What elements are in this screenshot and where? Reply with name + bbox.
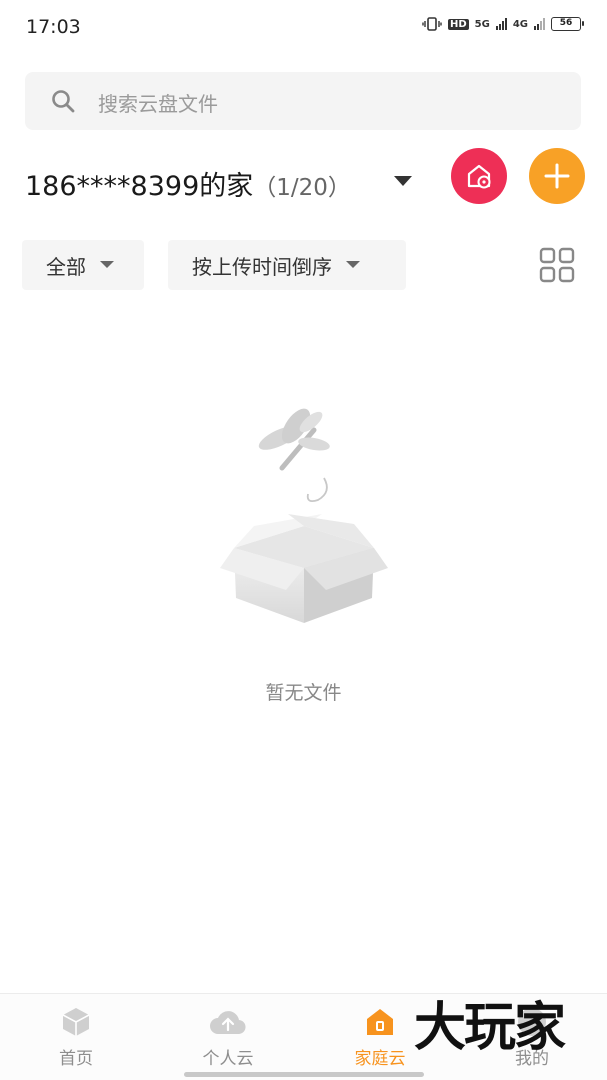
nav-item-home[interactable]: 首页 [26, 1006, 126, 1069]
cube-icon [62, 1008, 90, 1036]
chevron-down-icon [346, 261, 360, 268]
sort-filter-label: 按上传时间倒序 [192, 254, 332, 279]
chevron-down-icon [100, 261, 114, 268]
status-time: 17:03 [26, 16, 81, 38]
status-bar: 17:03 HD 5G 4G 56 [0, 0, 607, 56]
family-home-icon [367, 1009, 393, 1035]
family-selector[interactable]: 186****8399的家（1/20） [25, 164, 351, 203]
battery-icon: 56 [551, 17, 584, 31]
family-name: 186****8399的家 [25, 171, 254, 202]
vibrate-icon [422, 17, 442, 31]
signal-icon [495, 18, 507, 30]
home-settings-button[interactable] [451, 148, 507, 204]
network-5g-label: 5G [474, 18, 490, 30]
sort-filter[interactable]: 按上传时间倒序 [168, 240, 406, 290]
nav-label-home: 首页 [59, 1049, 93, 1069]
status-icons: HD 5G 4G 56 [422, 17, 584, 31]
empty-box-illustration [220, 408, 388, 623]
search-icon [52, 90, 75, 113]
network-4g-label: 4G [512, 18, 528, 30]
hd-icon: HD [447, 18, 469, 30]
signal-icon-2 [534, 18, 545, 30]
search-placeholder: 搜索云盘文件 [98, 92, 218, 116]
caret-down-icon[interactable] [392, 174, 414, 188]
cloud-upload-icon [210, 1011, 246, 1035]
home-settings-icon [467, 164, 491, 189]
empty-state-text: 暂无文件 [265, 682, 342, 704]
search-bar[interactable]: 搜索云盘文件 [25, 72, 581, 130]
nav-item-personal-cloud[interactable]: 个人云 [178, 1006, 278, 1069]
plus-icon [544, 163, 570, 189]
member-count: （1/20） [253, 175, 351, 201]
add-button[interactable] [529, 148, 585, 204]
category-filter-label: 全部 [46, 254, 86, 279]
grid-view-icon[interactable] [538, 246, 576, 284]
home-indicator [184, 1072, 424, 1077]
watermark-logo: 大玩家 [414, 998, 566, 1058]
dragonfly-icon [258, 408, 330, 503]
category-filter[interactable]: 全部 [22, 240, 144, 290]
nav-label-personal-cloud: 个人云 [202, 1049, 254, 1069]
